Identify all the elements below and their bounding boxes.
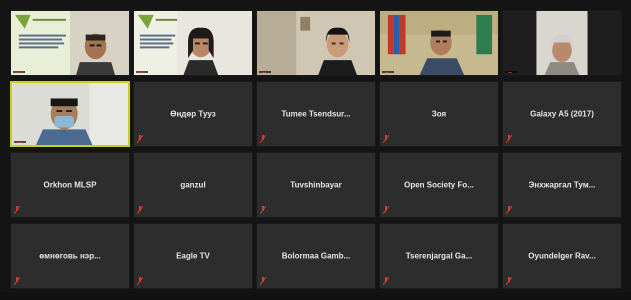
participant-tile-8[interactable]: Tumee Tsendsur... <box>256 81 376 147</box>
participant-name-tag <box>13 71 25 73</box>
participant-name-tag <box>14 141 26 143</box>
muted-mic-icon <box>260 135 266 143</box>
participant-name-tag <box>136 71 148 73</box>
participant-name: Tuvshinbayar <box>290 180 342 190</box>
muted-mic-icon <box>137 135 143 143</box>
participant-tile-14[interactable]: Open Society Fo... <box>379 152 499 218</box>
muted-mic-icon <box>508 72 512 73</box>
video-feed <box>380 11 498 75</box>
participant-tile-1[interactable] <box>10 10 130 76</box>
participant-tile-17[interactable]: Eagle TV <box>133 223 253 289</box>
muted-mic-icon <box>17 142 21 143</box>
muted-mic-icon <box>137 206 143 214</box>
video-feed <box>257 11 375 75</box>
video-feed <box>503 11 621 75</box>
participant-tile-5[interactable] <box>502 10 622 76</box>
meeting-toolbar-edge <box>0 292 631 300</box>
muted-mic-icon <box>262 72 266 73</box>
participant-grid: Өндөр Тууз Tumee Tsendsur... Зоя Galaxy … <box>10 10 622 291</box>
participant-tile-2[interactable] <box>133 10 253 76</box>
participant-name: Eagle TV <box>176 251 210 261</box>
video-feed <box>12 83 128 145</box>
participant-name: ganzul <box>180 180 206 190</box>
participant-name: Энхжаргал Тум... <box>528 180 596 190</box>
participant-tile-7[interactable]: Өндөр Тууз <box>133 81 253 147</box>
participant-name-tag <box>259 71 271 73</box>
participant-tile-13[interactable]: Tuvshinbayar <box>256 152 376 218</box>
participant-tile-4[interactable] <box>379 10 499 76</box>
video-feed <box>134 11 252 75</box>
participant-tile-6-active-speaker[interactable] <box>10 81 130 147</box>
participant-name: Oyundelger Rav... <box>528 251 596 261</box>
participant-name: Open Society Fo... <box>404 180 474 190</box>
participant-name: Galaxy A5 (2017) <box>530 109 594 119</box>
participant-tile-9[interactable]: Зоя <box>379 81 499 147</box>
muted-mic-icon <box>506 206 512 214</box>
video-feed <box>11 11 129 75</box>
participant-tile-20[interactable]: Oyundelger Rav... <box>502 223 622 289</box>
muted-mic-icon <box>506 277 512 285</box>
participant-name: Bolormaa Gamb... <box>281 251 351 261</box>
participant-tile-10[interactable]: Galaxy A5 (2017) <box>502 81 622 147</box>
muted-mic-icon <box>14 206 20 214</box>
participant-tile-11[interactable]: Orkhon MLSP <box>10 152 130 218</box>
participant-tile-3[interactable] <box>256 10 376 76</box>
participant-name: Өндөр Тууз <box>170 109 216 119</box>
participant-tile-18[interactable]: Bolormaa Gamb... <box>256 223 376 289</box>
muted-mic-icon <box>385 72 389 73</box>
muted-mic-icon <box>383 277 389 285</box>
muted-mic-icon <box>260 206 266 214</box>
participant-name: Orkhon MLSP <box>43 180 97 190</box>
participant-tile-12[interactable]: ganzul <box>133 152 253 218</box>
muted-mic-icon <box>16 72 20 73</box>
muted-mic-icon <box>383 206 389 214</box>
participant-name: өмнөговь нэр... <box>39 251 101 261</box>
participant-name: Зоя <box>431 109 447 119</box>
muted-mic-icon <box>139 72 143 73</box>
muted-mic-icon <box>260 277 266 285</box>
muted-mic-icon <box>137 277 143 285</box>
participant-tile-16[interactable]: өмнөговь нэр... <box>10 223 130 289</box>
muted-mic-icon <box>14 277 20 285</box>
participant-name: Tumee Tsendsur... <box>281 109 351 119</box>
participant-name-tag <box>505 71 517 73</box>
muted-mic-icon <box>506 135 512 143</box>
muted-mic-icon <box>383 135 389 143</box>
participant-tile-15[interactable]: Энхжаргал Тум... <box>502 152 622 218</box>
participant-name: Tserenjargal Ga... <box>405 251 473 261</box>
participant-tile-19[interactable]: Tserenjargal Ga... <box>379 223 499 289</box>
participant-name-tag <box>382 71 394 73</box>
